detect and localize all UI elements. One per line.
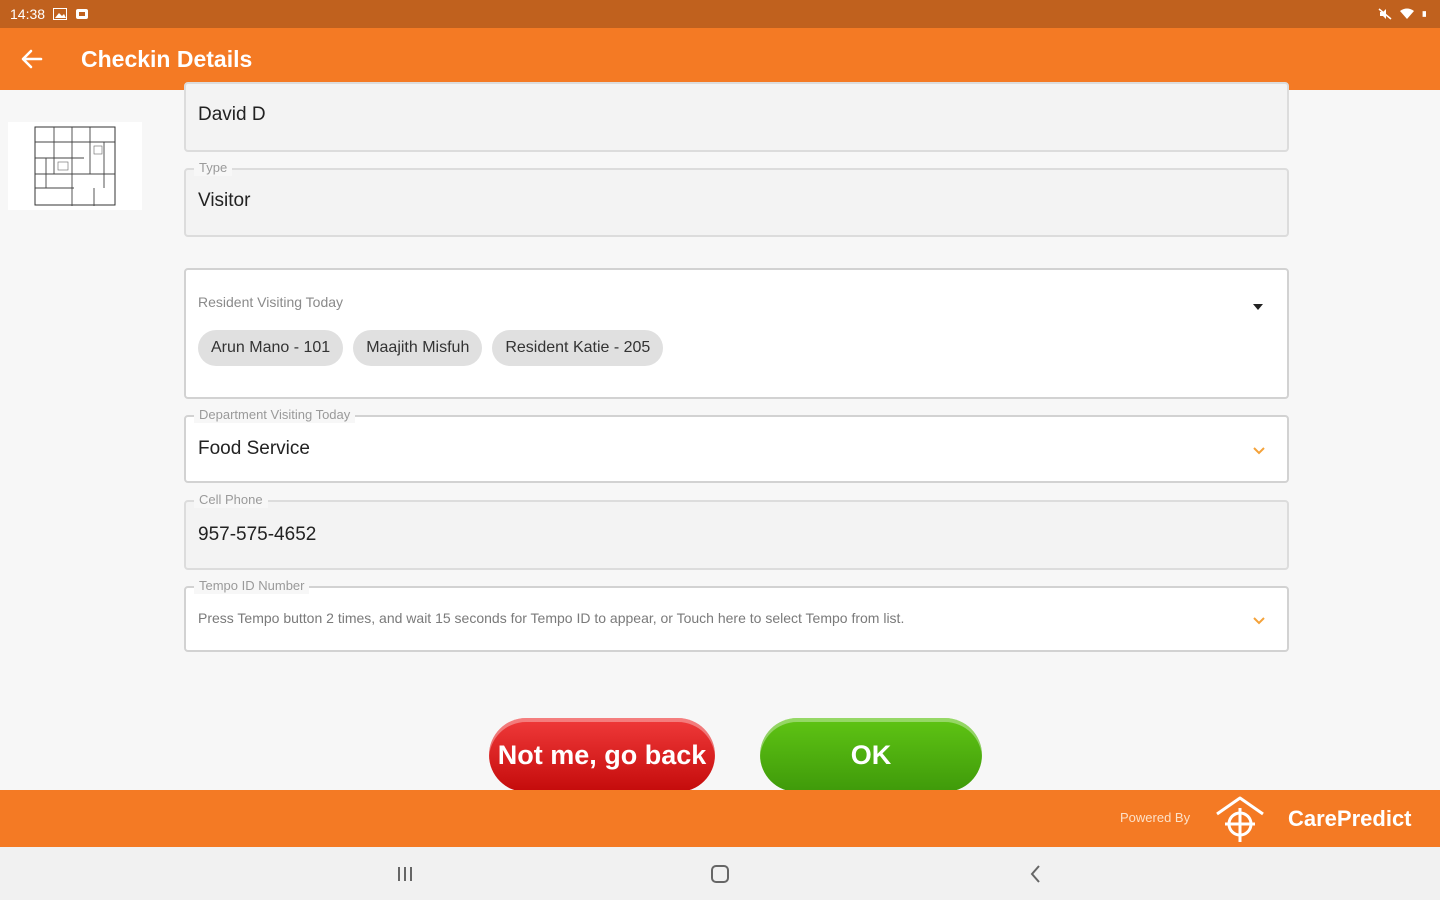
home-button[interactable] bbox=[707, 861, 733, 887]
cell-phone-value: 957-575-4652 bbox=[198, 524, 317, 545]
department-select[interactable]: Department Visiting Today Food Service bbox=[184, 407, 1289, 483]
floor-plan-image bbox=[34, 126, 116, 206]
app-bar: Checkin Details bbox=[0, 28, 1440, 90]
notification-icon bbox=[76, 9, 89, 19]
mute-icon bbox=[1378, 8, 1392, 20]
tempo-id-label: Tempo ID Number bbox=[194, 578, 310, 594]
tempo-id-hint: Press Tempo button 2 times, and wait 15 … bbox=[198, 610, 905, 626]
ok-button[interactable]: OK bbox=[760, 718, 982, 792]
department-label: Department Visiting Today bbox=[194, 407, 356, 423]
battery-icon bbox=[1422, 11, 1426, 17]
recent-apps-button[interactable] bbox=[392, 861, 418, 887]
status-bar: 14:38 bbox=[0, 0, 1440, 28]
resident-label: Resident Visiting Today bbox=[198, 294, 344, 310]
resident-chip[interactable]: Resident Katie - 205 bbox=[492, 330, 664, 366]
type-label: Type bbox=[194, 160, 233, 176]
name-field[interactable]: David D bbox=[184, 82, 1289, 152]
tempo-id-select[interactable]: Tempo ID Number Press Tempo button 2 tim… bbox=[184, 578, 1289, 652]
brand-name: CarePredict bbox=[1288, 806, 1412, 831]
resident-chip[interactable]: Maajith Misfuh bbox=[353, 330, 483, 366]
footer: Powered By CarePredict bbox=[0, 790, 1440, 847]
chevron-down-icon[interactable] bbox=[1251, 443, 1267, 459]
name-value: David D bbox=[198, 104, 266, 125]
floor-plan-thumbnail[interactable] bbox=[8, 122, 142, 210]
wifi-icon bbox=[1400, 8, 1414, 19]
type-field[interactable]: Type Visitor bbox=[184, 160, 1289, 237]
back-button[interactable] bbox=[0, 28, 64, 90]
cell-phone-label: Cell Phone bbox=[194, 492, 268, 508]
resident-select[interactable]: Resident Visiting Today Arun Mano - 101 … bbox=[184, 268, 1289, 399]
system-back-button[interactable] bbox=[1023, 861, 1049, 887]
resident-chips: Arun Mano - 101 Maajith Misfuh Resident … bbox=[198, 330, 664, 366]
department-value: Food Service bbox=[198, 438, 310, 459]
resident-chip[interactable]: Arun Mano - 101 bbox=[198, 330, 344, 366]
carepredict-logo-icon bbox=[1216, 796, 1264, 842]
navigation-bar bbox=[0, 847, 1440, 900]
home-icon bbox=[711, 865, 729, 883]
recent-apps-icon bbox=[398, 867, 412, 881]
type-value: Visitor bbox=[198, 190, 251, 211]
status-time: 14:38 bbox=[10, 6, 46, 22]
image-icon bbox=[53, 8, 68, 20]
not-me-go-back-button[interactable]: Not me, go back bbox=[489, 718, 715, 792]
arrow-left-icon bbox=[21, 49, 43, 69]
dropdown-caret-icon[interactable] bbox=[1253, 304, 1263, 310]
powered-by-label: Powered By bbox=[1120, 810, 1191, 825]
chevron-left-icon bbox=[1030, 865, 1040, 883]
cell-phone-field[interactable]: Cell Phone 957-575-4652 bbox=[184, 492, 1289, 570]
chevron-down-icon[interactable] bbox=[1251, 613, 1267, 629]
page-title: Checkin Details bbox=[81, 45, 253, 72]
